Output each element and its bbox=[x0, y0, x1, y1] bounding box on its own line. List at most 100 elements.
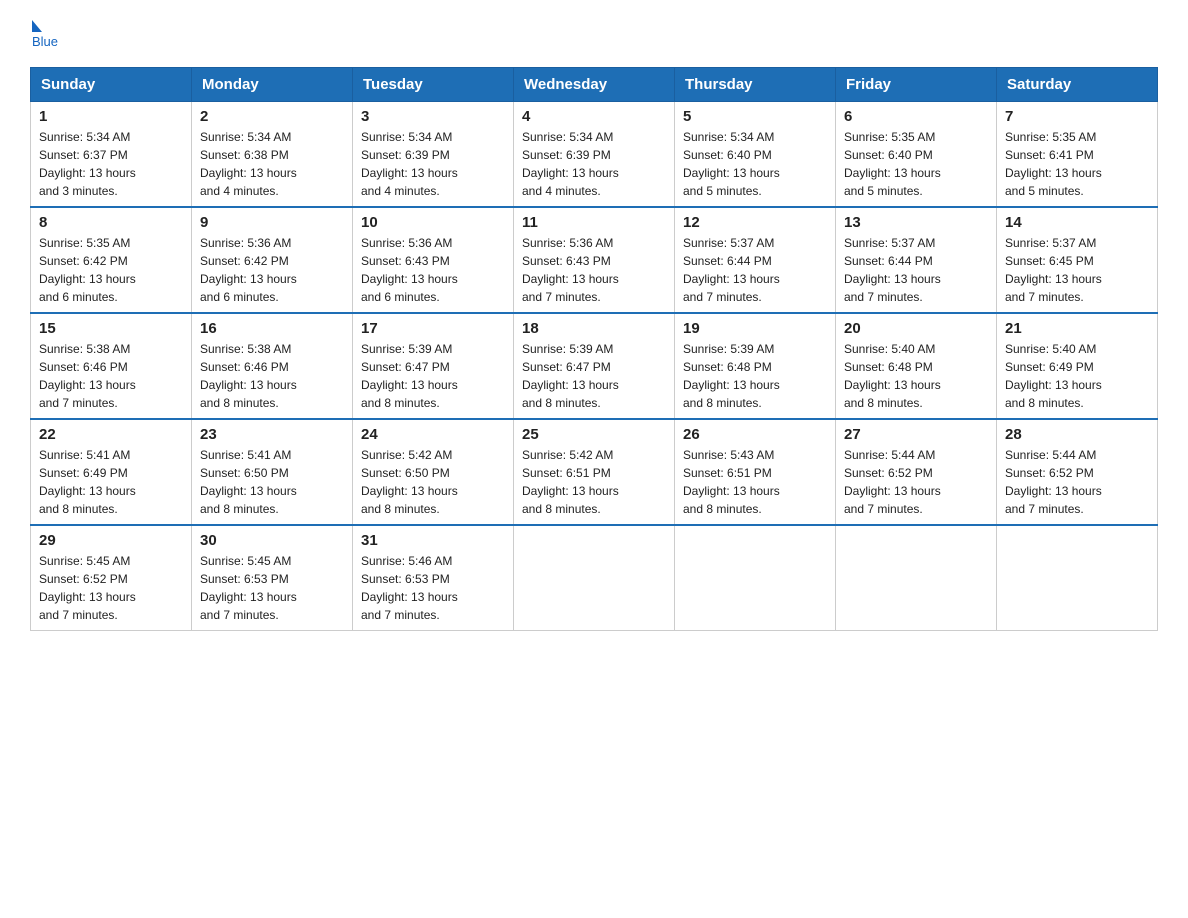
day-number: 19 bbox=[683, 320, 827, 337]
calendar-week-row: 29 Sunrise: 5:45 AMSunset: 6:52 PMDayligh… bbox=[31, 525, 1158, 631]
day-info: Sunrise: 5:34 AMSunset: 6:38 PMDaylight:… bbox=[200, 128, 344, 200]
calendar-day-cell: 22Sunrise: 5:41 AMSunset: 6:49 PMDayligh… bbox=[31, 419, 192, 525]
day-number: 12 bbox=[683, 214, 827, 231]
day-info: Sunrise: 5:45 AMSunset: 6:53 PMDaylight:… bbox=[200, 552, 344, 624]
logo[interactable]: Blue bbox=[30, 20, 58, 49]
day-info: Sunrise: 5:42 AMSunset: 6:51 PMDaylight:… bbox=[522, 446, 666, 518]
day-number: 31 bbox=[361, 532, 505, 549]
day-info: Sunrise: 5:35 AMSunset: 6:40 PMDaylight:… bbox=[844, 128, 988, 200]
calendar-day-cell: 25 Sunrise: 5:42 AMSunset: 6:51 PMDayligh… bbox=[514, 419, 675, 525]
day-info: Sunrise: 5:38 AMSunset: 6:46 PMDaylight:… bbox=[200, 340, 344, 412]
calendar-day-cell: 28Sunrise: 5:44 AMSunset: 6:52 PMDayligh… bbox=[997, 419, 1158, 525]
calendar-day-cell: 7 Sunrise: 5:35 AMSunset: 6:41 PMDaylight… bbox=[997, 102, 1158, 208]
calendar-week-row: 22Sunrise: 5:41 AMSunset: 6:49 PMDayligh… bbox=[31, 419, 1158, 525]
calendar-day-cell: 19 Sunrise: 5:39 AMSunset: 6:48 PMDayligh… bbox=[675, 313, 836, 419]
day-info: Sunrise: 5:43 AMSunset: 6:51 PMDaylight:… bbox=[683, 446, 827, 518]
day-number: 24 bbox=[361, 426, 505, 443]
day-info: Sunrise: 5:36 AMSunset: 6:43 PMDaylight:… bbox=[361, 234, 505, 306]
day-number: 18 bbox=[522, 320, 666, 337]
day-info: Sunrise: 5:41 AMSunset: 6:50 PMDaylight:… bbox=[200, 446, 344, 518]
day-info: Sunrise: 5:35 AMSunset: 6:41 PMDaylight:… bbox=[1005, 128, 1149, 200]
calendar-day-cell: 4Sunrise: 5:34 AMSunset: 6:39 PMDaylight… bbox=[514, 102, 675, 208]
calendar-day-cell: 9Sunrise: 5:36 AMSunset: 6:42 PMDaylight… bbox=[192, 207, 353, 313]
day-info: Sunrise: 5:38 AMSunset: 6:46 PMDaylight:… bbox=[39, 340, 183, 412]
day-info: Sunrise: 5:40 AMSunset: 6:48 PMDaylight:… bbox=[844, 340, 988, 412]
calendar-day-cell: 20 Sunrise: 5:40 AMSunset: 6:48 PMDayligh… bbox=[836, 313, 997, 419]
calendar-day-cell: 1Sunrise: 5:34 AMSunset: 6:37 PMDaylight… bbox=[31, 102, 192, 208]
calendar-day-header: Monday bbox=[192, 68, 353, 102]
calendar-day-cell: 24 Sunrise: 5:42 AMSunset: 6:50 PMDayligh… bbox=[353, 419, 514, 525]
calendar-day-cell: 27 Sunrise: 5:44 AMSunset: 6:52 PMDayligh… bbox=[836, 419, 997, 525]
day-info: Sunrise: 5:45 AMSunset: 6:52 PMDaylight:… bbox=[39, 552, 183, 624]
day-number: 5 bbox=[683, 108, 827, 125]
calendar-day-cell: 15Sunrise: 5:38 AMSunset: 6:46 PMDayligh… bbox=[31, 313, 192, 419]
calendar-table: SundayMondayTuesdayWednesdayThursdayFrid… bbox=[30, 67, 1158, 631]
calendar-header-row: SundayMondayTuesdayWednesdayThursdayFrid… bbox=[31, 68, 1158, 102]
calendar-day-cell bbox=[836, 525, 997, 631]
calendar-day-header: Friday bbox=[836, 68, 997, 102]
day-info: Sunrise: 5:37 AMSunset: 6:44 PMDaylight:… bbox=[844, 234, 988, 306]
calendar-day-cell: 13 Sunrise: 5:37 AMSunset: 6:44 PMDayligh… bbox=[836, 207, 997, 313]
calendar-day-cell: 2 Sunrise: 5:34 AMSunset: 6:38 PMDaylight… bbox=[192, 102, 353, 208]
day-number: 22 bbox=[39, 426, 183, 443]
day-number: 27 bbox=[844, 426, 988, 443]
day-number: 23 bbox=[200, 426, 344, 443]
day-info: Sunrise: 5:44 AMSunset: 6:52 PMDaylight:… bbox=[844, 446, 988, 518]
calendar-day-cell: 16 Sunrise: 5:38 AMSunset: 6:46 PMDayligh… bbox=[192, 313, 353, 419]
day-number: 25 bbox=[522, 426, 666, 443]
day-number: 17 bbox=[361, 320, 505, 337]
day-info: Sunrise: 5:46 AMSunset: 6:53 PMDaylight:… bbox=[361, 552, 505, 624]
day-info: Sunrise: 5:34 AMSunset: 6:40 PMDaylight:… bbox=[683, 128, 827, 200]
day-info: Sunrise: 5:37 AMSunset: 6:45 PMDaylight:… bbox=[1005, 234, 1149, 306]
day-info: Sunrise: 5:39 AMSunset: 6:47 PMDaylight:… bbox=[522, 340, 666, 412]
calendar-day-cell: 31 Sunrise: 5:46 AMSunset: 6:53 PMDayligh… bbox=[353, 525, 514, 631]
page-header: Blue bbox=[30, 20, 1158, 49]
day-number: 2 bbox=[200, 108, 344, 125]
calendar-week-row: 8 Sunrise: 5:35 AMSunset: 6:42 PMDaylight… bbox=[31, 207, 1158, 313]
day-info: Sunrise: 5:37 AMSunset: 6:44 PMDaylight:… bbox=[683, 234, 827, 306]
calendar-day-header: Thursday bbox=[675, 68, 836, 102]
day-number: 10 bbox=[361, 214, 505, 231]
day-number: 14 bbox=[1005, 214, 1149, 231]
calendar-day-cell: 26Sunrise: 5:43 AMSunset: 6:51 PMDayligh… bbox=[675, 419, 836, 525]
day-info: Sunrise: 5:39 AMSunset: 6:48 PMDaylight:… bbox=[683, 340, 827, 412]
calendar-week-row: 15Sunrise: 5:38 AMSunset: 6:46 PMDayligh… bbox=[31, 313, 1158, 419]
day-number: 6 bbox=[844, 108, 988, 125]
calendar-day-cell: 12 Sunrise: 5:37 AMSunset: 6:44 PMDayligh… bbox=[675, 207, 836, 313]
day-number: 7 bbox=[1005, 108, 1149, 125]
calendar-day-cell: 18 Sunrise: 5:39 AMSunset: 6:47 PMDayligh… bbox=[514, 313, 675, 419]
day-number: 11 bbox=[522, 214, 666, 231]
day-info: Sunrise: 5:36 AMSunset: 6:43 PMDaylight:… bbox=[522, 234, 666, 306]
calendar-day-header: Sunday bbox=[31, 68, 192, 102]
day-number: 20 bbox=[844, 320, 988, 337]
day-number: 13 bbox=[844, 214, 988, 231]
day-number: 4 bbox=[522, 108, 666, 125]
day-info: Sunrise: 5:40 AMSunset: 6:49 PMDaylight:… bbox=[1005, 340, 1149, 412]
day-number: 8 bbox=[39, 214, 183, 231]
calendar-day-header: Tuesday bbox=[353, 68, 514, 102]
calendar-day-cell: 14 Sunrise: 5:37 AMSunset: 6:45 PMDayligh… bbox=[997, 207, 1158, 313]
logo-triangle-icon bbox=[32, 20, 42, 32]
calendar-day-header: Wednesday bbox=[514, 68, 675, 102]
day-info: Sunrise: 5:35 AMSunset: 6:42 PMDaylight:… bbox=[39, 234, 183, 306]
calendar-day-cell bbox=[997, 525, 1158, 631]
calendar-day-cell: 30 Sunrise: 5:45 AMSunset: 6:53 PMDayligh… bbox=[192, 525, 353, 631]
day-number: 16 bbox=[200, 320, 344, 337]
day-info: Sunrise: 5:36 AMSunset: 6:42 PMDaylight:… bbox=[200, 234, 344, 306]
calendar-day-cell bbox=[675, 525, 836, 631]
calendar-day-cell: 5 Sunrise: 5:34 AMSunset: 6:40 PMDaylight… bbox=[675, 102, 836, 208]
day-number: 29 bbox=[39, 532, 183, 549]
calendar-day-cell: 17Sunrise: 5:39 AMSunset: 6:47 PMDayligh… bbox=[353, 313, 514, 419]
calendar-day-cell bbox=[514, 525, 675, 631]
day-number: 21 bbox=[1005, 320, 1149, 337]
calendar-day-cell: 8 Sunrise: 5:35 AMSunset: 6:42 PMDaylight… bbox=[31, 207, 192, 313]
calendar-day-cell: 29 Sunrise: 5:45 AMSunset: 6:52 PMDayligh… bbox=[31, 525, 192, 631]
logo-subtitle: Blue bbox=[32, 34, 58, 49]
calendar-day-header: Saturday bbox=[997, 68, 1158, 102]
day-number: 30 bbox=[200, 532, 344, 549]
day-info: Sunrise: 5:34 AMSunset: 6:39 PMDaylight:… bbox=[361, 128, 505, 200]
calendar-day-cell: 23 Sunrise: 5:41 AMSunset: 6:50 PMDayligh… bbox=[192, 419, 353, 525]
calendar-day-cell: 6 Sunrise: 5:35 AMSunset: 6:40 PMDaylight… bbox=[836, 102, 997, 208]
day-info: Sunrise: 5:42 AMSunset: 6:50 PMDaylight:… bbox=[361, 446, 505, 518]
calendar-day-cell: 11 Sunrise: 5:36 AMSunset: 6:43 PMDayligh… bbox=[514, 207, 675, 313]
